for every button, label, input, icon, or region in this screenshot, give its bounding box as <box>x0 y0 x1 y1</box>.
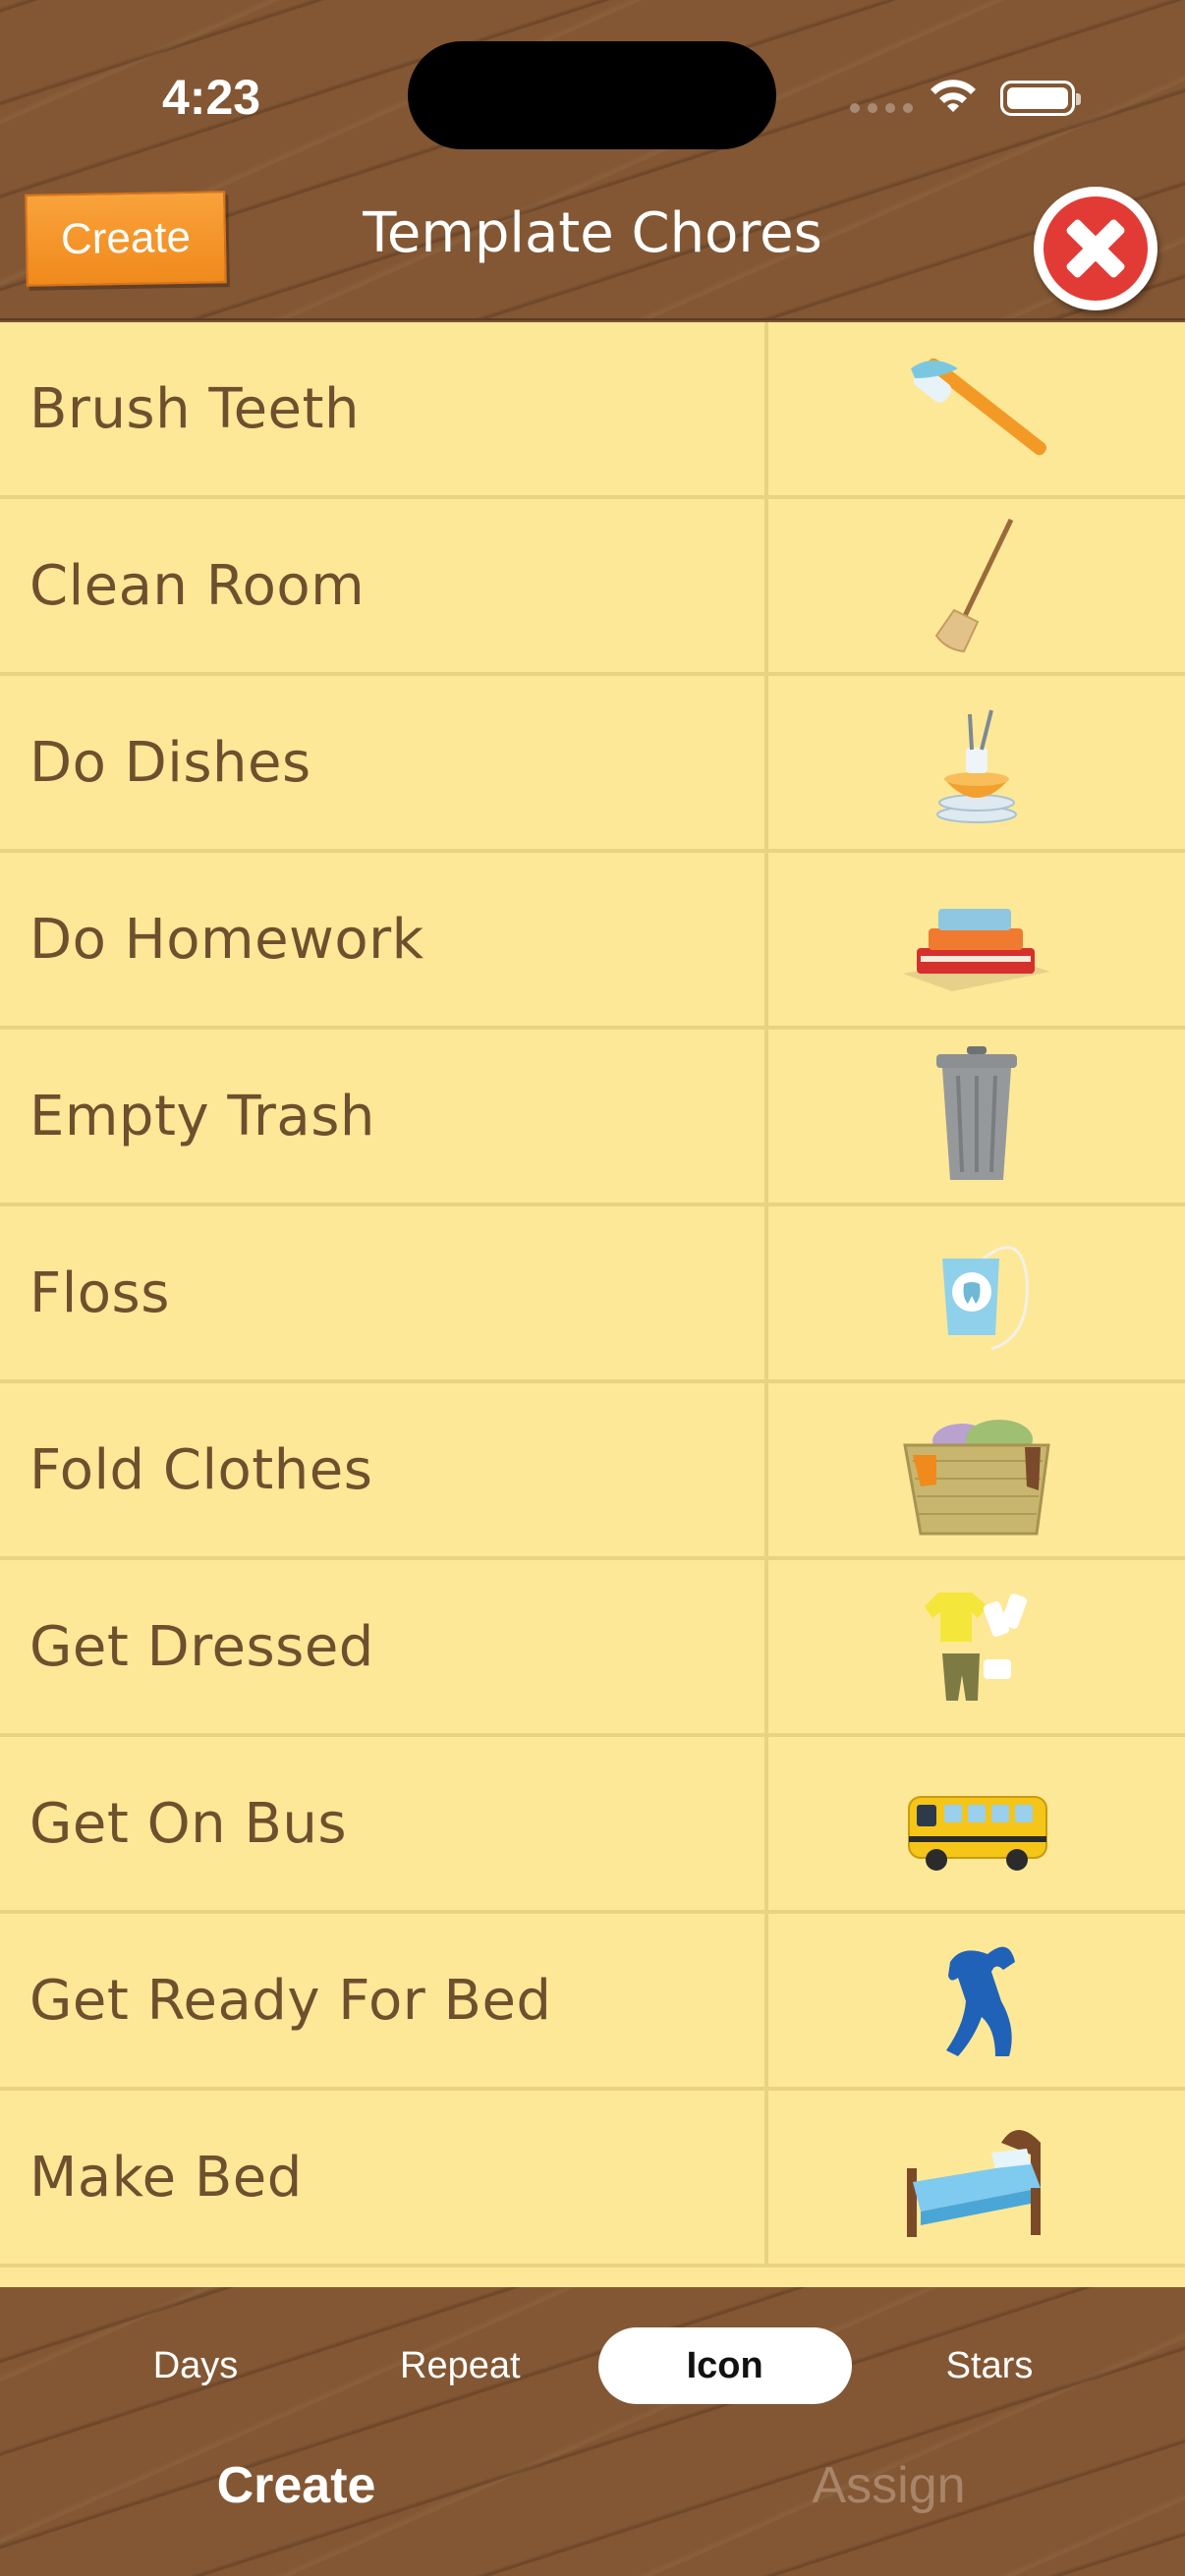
chore-list: Brush Teeth Clean Room Do Dishes Do Home… <box>0 322 1185 2287</box>
top-header: 4:23 Create Template Chores <box>0 0 1185 320</box>
chore-label: Get On Bus <box>0 1737 768 1910</box>
segment-days[interactable]: Days <box>69 2327 322 2404</box>
battery-icon <box>1000 81 1081 116</box>
tab-create[interactable]: Create <box>0 2456 592 2515</box>
list-item[interactable]: Fold Clothes <box>0 1383 1185 1560</box>
list-item[interactable]: Do Dishes <box>0 676 1185 853</box>
list-item[interactable]: Do Homework <box>0 853 1185 1030</box>
list-item[interactable]: Get Dressed <box>0 1560 1185 1737</box>
list-item[interactable]: Get On Bus <box>0 1737 1185 1914</box>
create-button[interactable]: Create <box>25 191 227 287</box>
laundry-basket-icon <box>903 1420 1050 1536</box>
chore-label: Do Dishes <box>0 676 768 849</box>
chore-label: Empty Trash <box>0 1030 768 1203</box>
chore-label: Floss <box>0 1206 768 1379</box>
tab-assign[interactable]: Assign <box>592 2456 1185 2515</box>
broom-icon <box>934 518 1014 653</box>
clothes-icon <box>925 1593 1028 1701</box>
wifi-icon <box>931 80 976 112</box>
segment-stars[interactable]: Stars <box>863 2327 1116 2404</box>
segment-repeat[interactable]: Repeat <box>333 2327 587 2404</box>
school-bus-icon <box>908 1796 1047 1871</box>
dynamic-island <box>408 41 776 149</box>
page-title: Template Chores <box>363 201 822 265</box>
bed-icon <box>907 2130 1041 2237</box>
list-item[interactable]: Brush Teeth <box>0 322 1185 499</box>
dishes-icon <box>936 709 1017 823</box>
chore-label: Get Ready For Bed <box>0 1914 768 2087</box>
books-icon <box>903 909 1050 991</box>
chore-label: Do Homework <box>0 853 768 1026</box>
close-button[interactable] <box>1034 187 1157 310</box>
list-item[interactable]: Get Ready For Bed <box>0 1914 1185 2091</box>
close-icon <box>1044 196 1148 301</box>
toothbrush-icon <box>911 358 1046 456</box>
chore-label: Brush Teeth <box>0 322 768 495</box>
signal-dots-icon <box>850 103 913 113</box>
list-item[interactable]: Empty Trash <box>0 1030 1185 1206</box>
chore-label: Fold Clothes <box>0 1383 768 1556</box>
pajamas-icon <box>946 1946 1015 2056</box>
chore-label: Get Dressed <box>0 1560 768 1733</box>
chore-label: Make Bed <box>0 2091 768 2264</box>
floss-icon <box>942 1246 1029 1351</box>
status-time: 4:23 <box>162 70 261 125</box>
segment-icon[interactable]: Icon <box>597 2327 852 2404</box>
list-item[interactable]: Clean Room <box>0 499 1185 676</box>
segmented-control: Days Repeat Icon Stars <box>59 2317 1126 2415</box>
list-item[interactable]: Make Bed <box>0 2091 1185 2268</box>
trash-can-icon <box>936 1046 1017 1180</box>
list-item[interactable]: Floss <box>0 1206 1185 1383</box>
bottom-bar: Days Repeat Icon Stars Create Assign <box>0 2287 1185 2576</box>
chore-label: Clean Room <box>0 499 768 672</box>
